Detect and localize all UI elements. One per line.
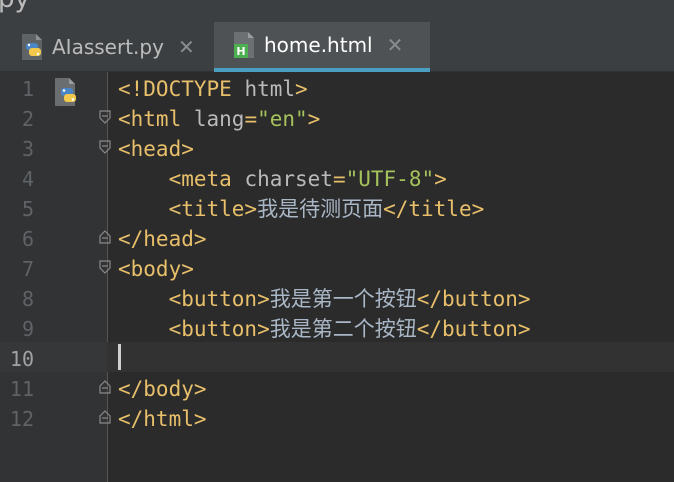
fold-marker-icon[interactable] (99, 230, 111, 244)
line-number: 4 (21, 167, 34, 191)
code-text: <head> (118, 134, 194, 164)
code-line[interactable]: 4 <meta charset="UTF-8"> (0, 164, 674, 194)
fold-marker-icon[interactable] (99, 380, 111, 394)
fold-marker-icon[interactable] (99, 410, 111, 424)
code-text: <body> (118, 254, 194, 284)
tab-home-html[interactable]: H home.html ✕ (214, 22, 430, 72)
ide-window: py AIassert.py ✕ H home.html ✕ (0, 0, 674, 482)
line-number: 12 (9, 407, 34, 431)
code-token: html (244, 77, 296, 101)
code-token: </button> (416, 287, 531, 311)
code-token: <body> (118, 257, 194, 281)
line-number: 6 (21, 227, 34, 251)
code-editor[interactable]: 1 <!DOCTYPE html> 2 <html lang="en"> 3 <head>… (0, 72, 674, 482)
code-token: > (295, 77, 308, 101)
line-number: 11 (9, 377, 34, 401)
tab-aiassert-py[interactable]: AIassert.py ✕ (0, 22, 214, 72)
code-token: </head> (118, 227, 207, 251)
editor-tab-bar: AIassert.py ✕ H home.html ✕ (0, 22, 674, 72)
close-icon[interactable]: ✕ (387, 35, 404, 55)
window-title-bar: py (0, 0, 674, 22)
code-token: </body> (118, 377, 207, 401)
code-text: <button>我是第二个按钮</button> (118, 314, 531, 344)
line-number: 5 (21, 197, 34, 221)
python-file-icon (22, 34, 42, 60)
code-token: <meta (168, 167, 245, 191)
code-token: <head> (118, 137, 194, 161)
code-token: "en" (257, 107, 308, 131)
code-token: <!DOCTYPE (118, 77, 245, 101)
code-text: <title>我是待测页面</title> (118, 194, 485, 224)
code-line[interactable]: 8 <button>我是第一个按钮</button> (0, 284, 674, 314)
fold-marker-icon[interactable] (99, 140, 111, 154)
code-token: <button> (168, 317, 270, 341)
code-token: </button> (416, 317, 531, 341)
code-token: <html (118, 107, 194, 131)
code-text: <html lang="en"> (118, 104, 320, 134)
code-token: lang (193, 107, 245, 131)
code-token: 我是第一个按钮 (269, 287, 417, 311)
tab-label: home.html (264, 33, 373, 57)
line-number: 3 (21, 137, 34, 161)
line-number: 2 (21, 107, 34, 131)
code-line[interactable]: 1 <!DOCTYPE html> (0, 74, 674, 104)
fold-marker-icon[interactable] (99, 260, 111, 274)
code-token: charset (244, 167, 333, 191)
fold-marker-icon[interactable] (99, 110, 111, 124)
code-token: <button> (168, 287, 270, 311)
code-text: <!DOCTYPE html> (118, 74, 308, 104)
close-icon[interactable]: ✕ (178, 37, 195, 57)
tab-label: AIassert.py (52, 35, 164, 59)
code-token: > (434, 167, 447, 191)
code-line[interactable]: 5 <title>我是待测页面</title> (0, 194, 674, 224)
line-number: 1 (21, 77, 34, 101)
code-token: </html> (118, 407, 207, 431)
code-token: > (307, 107, 321, 131)
code-token: </title> (383, 197, 485, 221)
code-token: <title> (168, 197, 258, 221)
line-number: 10 (9, 347, 34, 371)
line-number: 7 (21, 257, 34, 281)
code-token: = (332, 167, 346, 191)
code-token: 我是待测页面 (257, 197, 384, 221)
code-token: = (244, 107, 258, 131)
code-line[interactable]: 9 <button>我是第二个按钮</button> (0, 314, 674, 344)
code-text: </html> (118, 404, 207, 434)
code-token: "UTF-8" (345, 167, 435, 191)
svg-text:H: H (236, 45, 245, 58)
window-title: py (0, 0, 30, 14)
code-text: <button>我是第一个按钮</button> (118, 284, 531, 314)
code-token: 我是第二个按钮 (269, 317, 417, 341)
line-number: 9 (21, 317, 34, 341)
html-file-icon: H (234, 32, 254, 58)
code-text: </body> (118, 374, 207, 404)
code-text: </head> (118, 224, 207, 254)
code-line[interactable]: 10 (0, 344, 674, 374)
code-text: <meta charset="UTF-8"> (118, 164, 447, 194)
line-number: 8 (21, 287, 34, 311)
text-cursor (118, 344, 121, 370)
